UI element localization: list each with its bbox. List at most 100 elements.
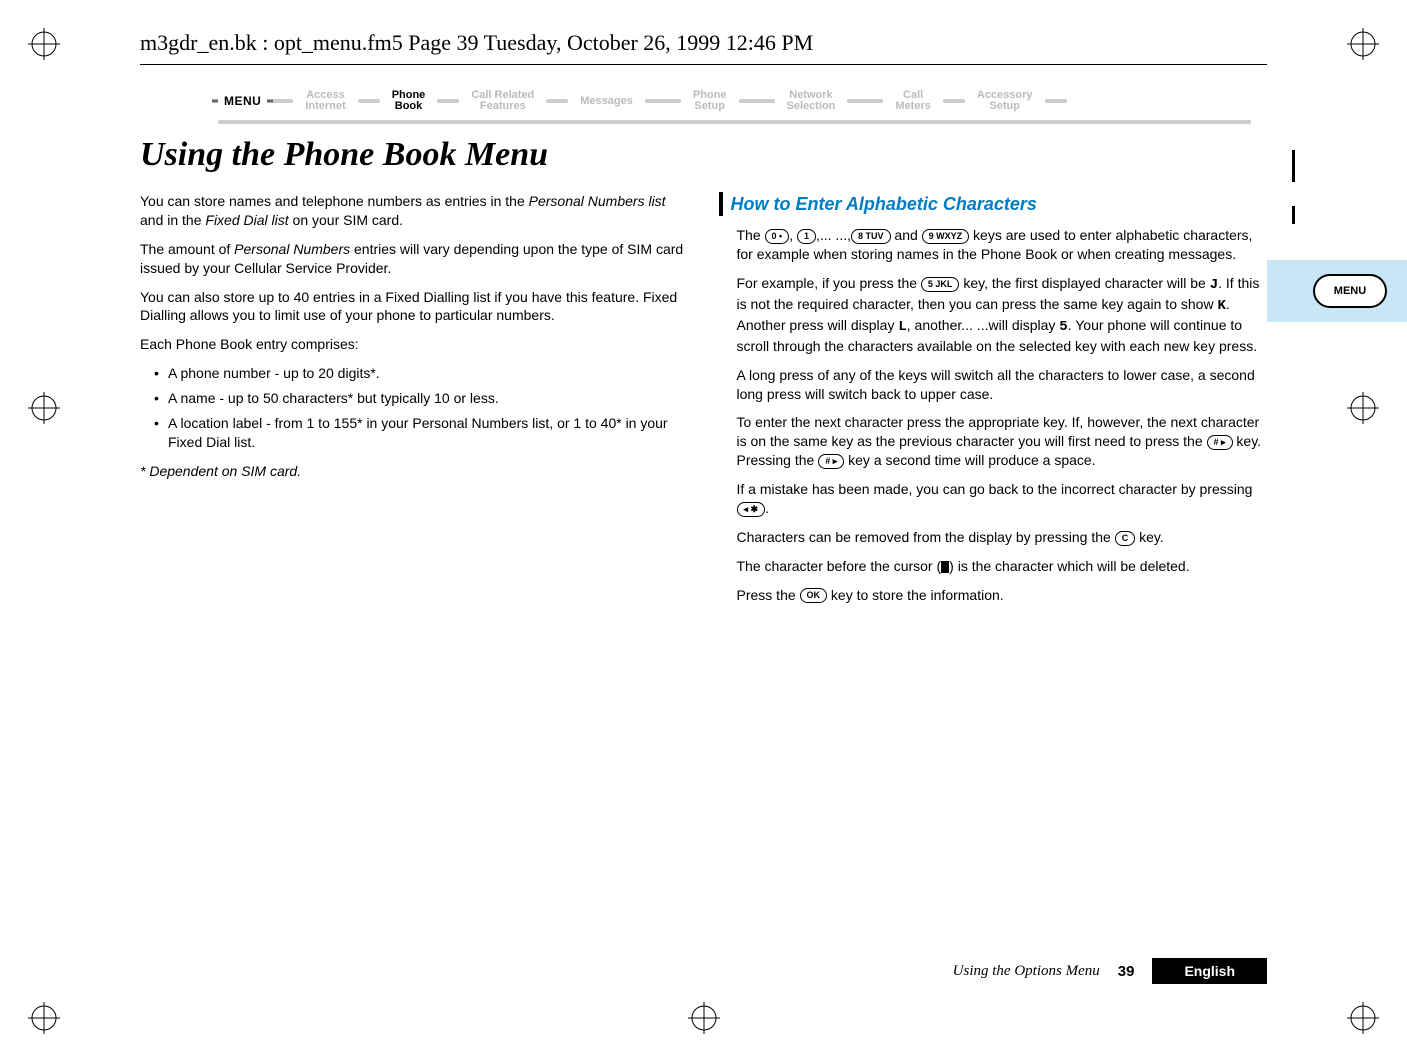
- text: and: [891, 227, 922, 243]
- change-bar-icon: [1292, 150, 1295, 182]
- menu-item-line2: Book: [395, 101, 423, 112]
- menu-connector-icon: [437, 99, 459, 103]
- text: ) is the character which will be deleted…: [949, 558, 1189, 574]
- text: ,: [789, 227, 797, 243]
- menu-item-line2: Setup: [989, 101, 1020, 112]
- menu-connector-icon: [739, 99, 775, 103]
- menu-item-call-related: Call Related Features: [463, 90, 542, 112]
- alpha-paragraph-5: If a mistake has been made, you can go b…: [737, 480, 1268, 518]
- keycap-1-icon: 1: [797, 229, 816, 244]
- text: The: [737, 227, 765, 243]
- menu-item-line2: Setup: [694, 101, 725, 112]
- text: key.: [1135, 529, 1164, 545]
- alpha-paragraph-1: The 0 •, 1,... ...,8 TUV and 9 WXYZ keys…: [737, 226, 1268, 264]
- menu-root-label: MENU: [218, 92, 267, 110]
- menu-item-line2: Features: [480, 101, 526, 112]
- keycap-ok-icon: OK: [800, 588, 828, 603]
- keycap-5-icon: 5 JKL: [921, 277, 960, 292]
- intro-paragraph-2: The amount of Personal Numbers entries w…: [140, 240, 689, 278]
- crop-mark-icon: [28, 1002, 60, 1034]
- menu-connector-icon: [847, 99, 883, 103]
- text: key to store the information.: [827, 587, 1004, 603]
- list-item: A phone number - up to 20 digits*.: [154, 364, 689, 383]
- footnote: * Dependent on SIM card.: [140, 462, 689, 481]
- menu-item-call-meters: Call Meters: [887, 90, 938, 112]
- keycap-8-icon: 8 TUV: [851, 229, 891, 244]
- alpha-paragraph-2: For example, if you press the 5 JKL key,…: [737, 274, 1268, 356]
- lcd-char-l: L: [898, 319, 906, 335]
- text: key a second time will produce a space.: [844, 452, 1095, 468]
- menu-connector-icon: [645, 99, 681, 103]
- text: The character before the cursor (: [737, 558, 942, 574]
- running-header: m3gdr_en.bk : opt_menu.fm5 Page 39 Tuesd…: [140, 30, 1267, 65]
- menu-path-strip: MENU Access Internet Phone Book Call Rel…: [140, 80, 1267, 118]
- italic-term: Personal Numbers list: [529, 193, 666, 209]
- list-item: A location label - from 1 to 155* in you…: [154, 414, 689, 452]
- keycap-0-icon: 0 •: [765, 229, 790, 244]
- menu-connector-icon: [546, 99, 568, 103]
- text: Characters can be removed from the displ…: [737, 529, 1115, 545]
- side-tab-menu: MENU: [1313, 274, 1387, 308]
- italic-term: Fixed Dial list: [205, 212, 288, 228]
- text: If a mistake has been made, you can go b…: [737, 481, 1253, 497]
- alpha-paragraph-3: A long press of any of the keys will swi…: [737, 366, 1268, 404]
- menu-connector-icon: [943, 99, 965, 103]
- alpha-paragraph-8: Press the OK key to store the informatio…: [737, 586, 1268, 605]
- page-footer: Using the Options Menu 39 English: [140, 958, 1267, 984]
- lcd-char-j: J: [1210, 277, 1218, 293]
- intro-paragraph-1: You can store names and telephone number…: [140, 192, 689, 230]
- text: key, the first displayed character will …: [959, 275, 1209, 291]
- crop-mark-icon: [1347, 28, 1379, 60]
- menu-item-phone-book: Phone Book: [384, 90, 434, 112]
- menu-connector-icon: [271, 99, 293, 103]
- crop-mark-icon: [28, 28, 60, 60]
- footer-language-badge: English: [1152, 958, 1267, 984]
- page-title: Using the Phone Book Menu: [140, 136, 1267, 174]
- right-column: How to Enter Alphabetic Characters The 0…: [719, 192, 1268, 615]
- crop-mark-icon: [1347, 392, 1379, 424]
- italic-term: Personal Numbers: [234, 241, 350, 257]
- body-columns: You can store names and telephone number…: [140, 192, 1267, 615]
- keycap-c-icon: C: [1115, 531, 1136, 546]
- footer-section-title: Using the Options Menu: [953, 963, 1100, 980]
- text: on your SIM card.: [289, 212, 403, 228]
- lcd-char-5: 5: [1059, 319, 1067, 335]
- entry-bullet-list: A phone number - up to 20 digits*. A nam…: [140, 364, 689, 452]
- left-column: You can store names and telephone number…: [140, 192, 689, 615]
- menu-connector-icon: [1045, 99, 1067, 103]
- keycap-star-icon: ◂ ✱: [737, 502, 766, 517]
- intro-paragraph-4: Each Phone Book entry comprises:: [140, 335, 689, 354]
- menu-item-line2: Internet: [305, 101, 345, 112]
- text: The amount of: [140, 241, 234, 257]
- lcd-char-k: K: [1217, 298, 1225, 314]
- keycap-9-icon: 9 WXYZ: [922, 229, 970, 244]
- list-item: A name - up to 50 characters* but typica…: [154, 389, 689, 408]
- menu-item-line2: Selection: [787, 101, 836, 112]
- right-column-body: The 0 •, 1,... ...,8 TUV and 9 WXYZ keys…: [719, 226, 1268, 604]
- text: and in the: [140, 212, 205, 228]
- menu-item-accessory-setup: Accessory Setup: [969, 90, 1041, 112]
- alpha-paragraph-4: To enter the next character press the ap…: [737, 413, 1268, 470]
- text: .: [765, 500, 769, 516]
- change-bar-icon: [1292, 206, 1295, 224]
- section-heading-alpha-entry: How to Enter Alphabetic Characters: [719, 192, 1268, 216]
- text: For example, if you press the: [737, 275, 921, 291]
- alpha-paragraph-7: The character before the cursor ( ) is th…: [737, 557, 1268, 576]
- text: ,... ...,: [816, 227, 851, 243]
- text: Press the: [737, 587, 800, 603]
- menu-connector-icon: [358, 99, 380, 103]
- crop-mark-icon: [1347, 1002, 1379, 1034]
- menu-item-network-selection: Network Selection: [779, 90, 844, 112]
- cursor-block-icon: [941, 561, 949, 573]
- footer-page-number: 39: [1118, 963, 1135, 980]
- intro-paragraph-3: You can also store up to 40 entries in a…: [140, 288, 689, 326]
- crop-mark-icon: [28, 392, 60, 424]
- menu-item-messages: Messages: [572, 96, 641, 107]
- menu-item-access-internet: Access Internet: [297, 90, 353, 112]
- menu-item-line2: Meters: [895, 101, 930, 112]
- menu-item-line1: Messages: [580, 96, 633, 107]
- text: , another... ...will display: [907, 317, 1060, 333]
- text: You can store names and telephone number…: [140, 193, 529, 209]
- keycap-hash-icon: # ▸: [818, 454, 844, 469]
- text: To enter the next character press the ap…: [737, 414, 1260, 449]
